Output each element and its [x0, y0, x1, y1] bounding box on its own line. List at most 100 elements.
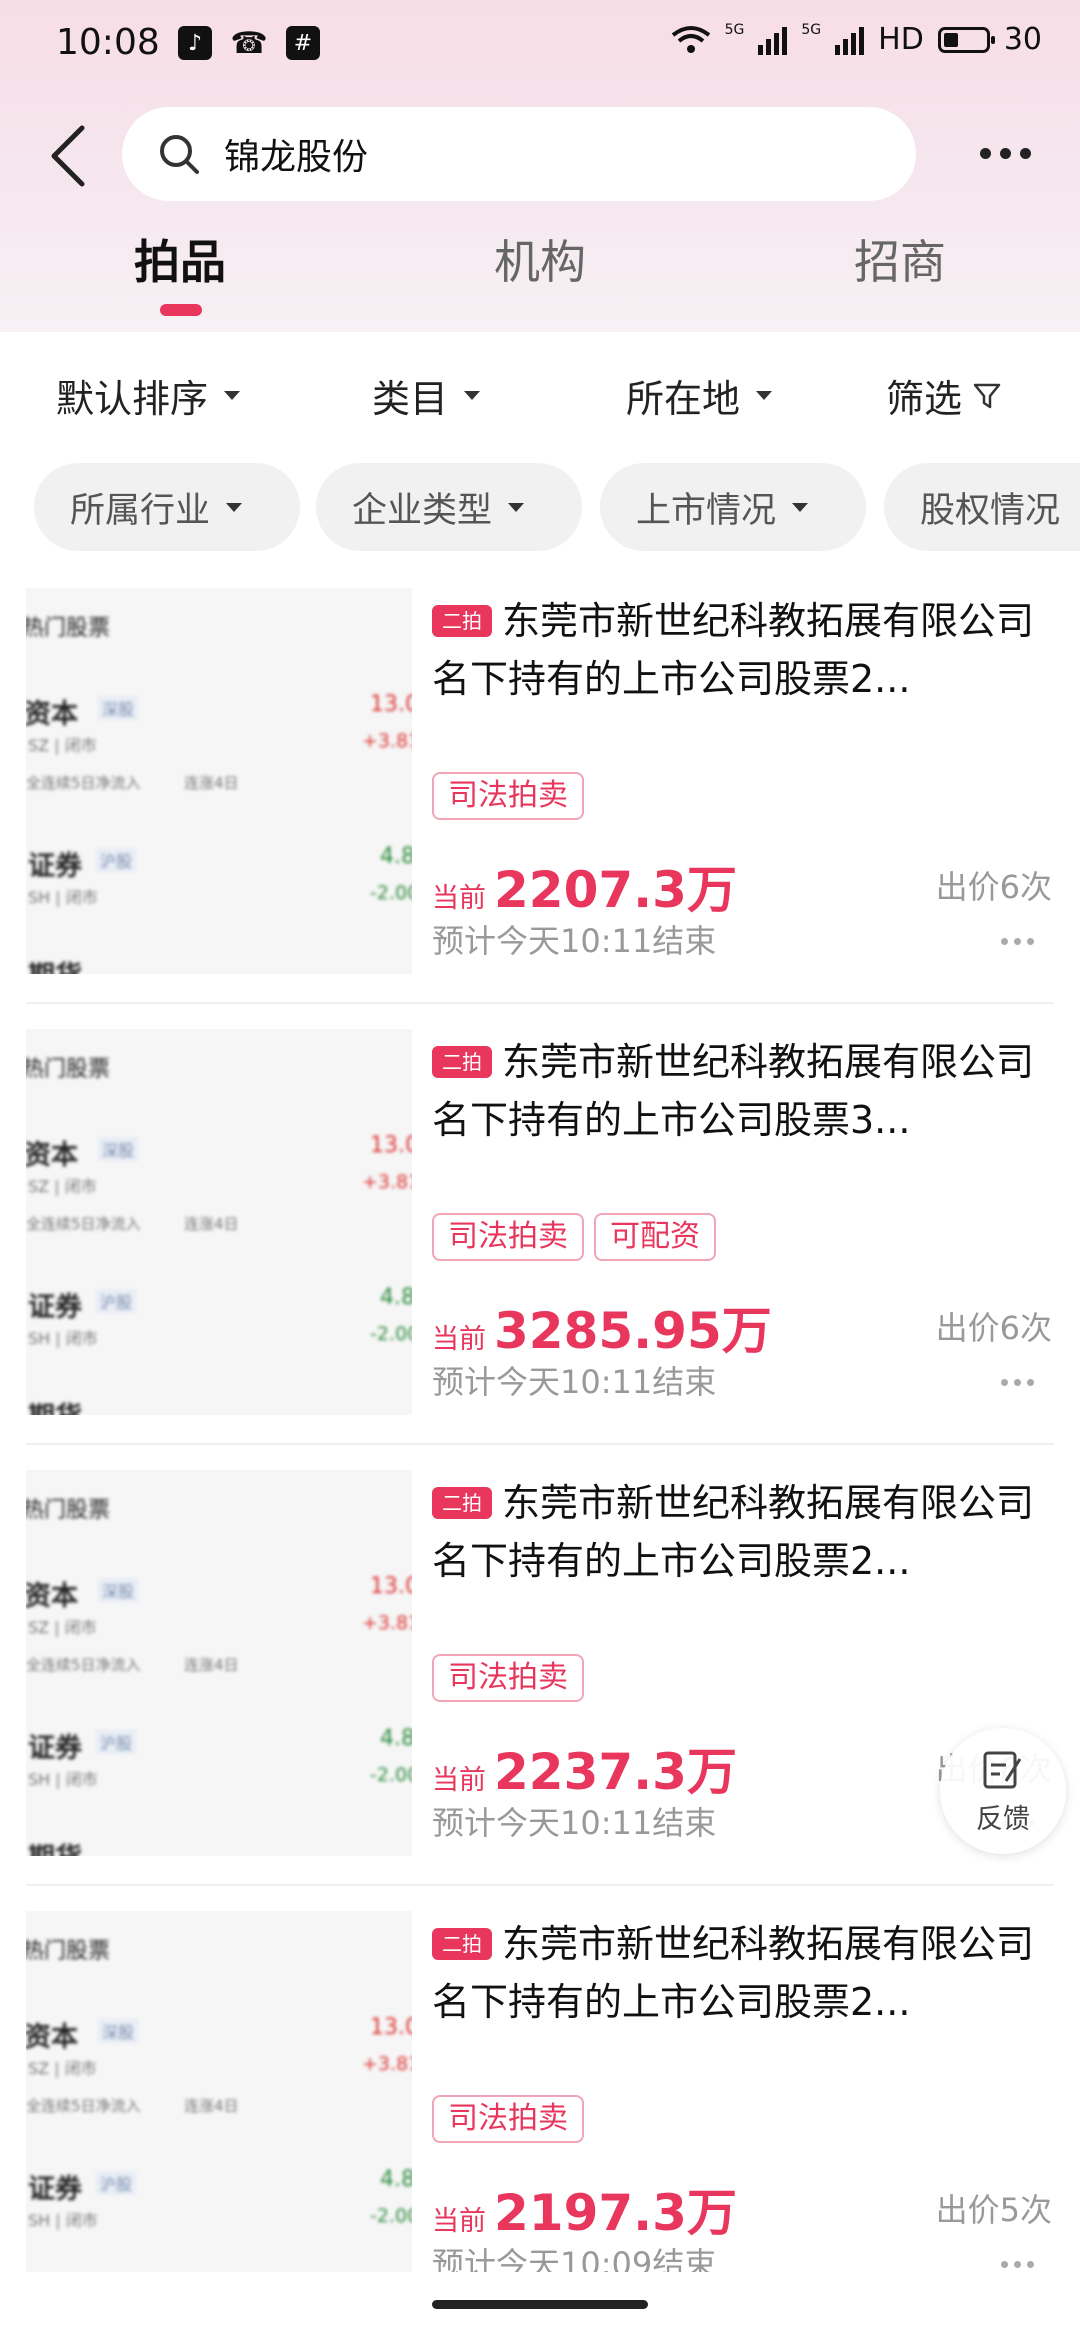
item-more-icon[interactable]	[1001, 2261, 1034, 2268]
thumb-row2-tag: 沪股	[96, 2171, 137, 2195]
item-info: 二拍 东莞市新世纪科教拓展有限公司名下持有的上市公司股票2... 司法拍卖 当前 …	[432, 1911, 1052, 2297]
item-price: 当前 2237.3万	[432, 1732, 737, 1804]
thumb-row2-name: 证券	[28, 851, 82, 882]
filter-bar: 默认排序 类目 所在地 筛选	[0, 362, 1080, 438]
chip-company-type[interactable]: 企业类型	[316, 463, 582, 551]
chip-equity-status[interactable]: 股权情况	[884, 463, 1080, 551]
network-5g-a: 5G	[724, 21, 745, 38]
item-title-block[interactable]: 二拍 东莞市新世纪科教拓展有限公司名下持有的上市公司股票2...	[432, 592, 1050, 708]
thumb-row2-value: 4.8	[380, 1726, 412, 1751]
chip-industry[interactable]: 所属行业	[34, 463, 300, 551]
signal-icon-b	[835, 25, 865, 55]
filter-screen-label: 筛选	[886, 377, 963, 421]
thumb-row3-name: 期货	[28, 954, 82, 974]
caret-down-icon	[792, 502, 809, 512]
chip-company-type-label: 企业类型	[352, 490, 493, 531]
item-more-icon[interactable]	[1001, 938, 1034, 945]
thumbnail-stock-list: 热门股票 资本 深股 SZ | 闭市 13.0 +3.81 全连续5日净流入 连…	[26, 1911, 412, 2297]
thumb-row2-change: -2.00	[370, 2205, 412, 2227]
thumb-row1-note2: 连涨4日	[184, 1656, 239, 1674]
filter-category[interactable]: 类目	[372, 368, 481, 423]
thumb-row1-note2: 连涨4日	[184, 1215, 239, 1233]
thumb-row2-change: -2.00	[370, 1764, 412, 1786]
item-tags: 司法拍卖	[432, 772, 584, 820]
thumb-row1-code: SZ | 闭市	[28, 736, 97, 755]
item-title: 东莞市新世纪科教拓展有限公司名下持有的上市公司股票2...	[432, 599, 1035, 701]
search-box[interactable]: 锦龙股份	[122, 107, 916, 201]
signal-icon-a	[758, 25, 788, 55]
back-arrow-icon[interactable]	[44, 122, 94, 190]
filter-location[interactable]: 所在地	[626, 368, 773, 423]
item-end-time: 预计今天10:11结束	[432, 1363, 717, 1401]
item-title-block[interactable]: 二拍 东莞市新世纪科教拓展有限公司名下持有的上市公司股票2...	[432, 1474, 1050, 1590]
thumb-row3-name: 期货	[28, 1395, 82, 1415]
item-price-label: 当前	[432, 2206, 486, 2237]
item-price-value: 3285.95万	[494, 1302, 772, 1360]
feedback-button[interactable]: 反馈	[940, 1728, 1066, 1854]
item-price-label: 当前	[432, 1765, 486, 1796]
item-title: 东莞市新世纪科教拓展有限公司名下持有的上市公司股票2...	[432, 1922, 1035, 2024]
home-indicator[interactable]	[432, 2300, 648, 2309]
thumbnail-stock-list: 热门股票 资本 深股 SZ | 闭市 13.0 +3.81 全连续5日净流入 连…	[26, 1029, 412, 1415]
thumb-row2-code: SH | 闭市	[28, 888, 98, 907]
thumb-row1-code: SZ | 闭市	[28, 1177, 97, 1196]
item-thumbnail[interactable]: 热门股票 资本 深股 SZ | 闭市 13.0 +3.81 全连续5日净流入 连…	[26, 1911, 412, 2297]
item-price-value: 2207.3万	[494, 861, 737, 919]
item-title-block[interactable]: 二拍 东莞市新世纪科教拓展有限公司名下持有的上市公司股票3...	[432, 1033, 1050, 1149]
thumb-row3-name: 期货	[28, 1836, 82, 1856]
item-end-time: 预计今天10:11结束	[432, 922, 717, 960]
active-tab-indicator	[160, 304, 202, 316]
thumb-row2-value: 4.8	[380, 844, 412, 869]
item-round-badge: 二拍	[432, 1487, 492, 1519]
thumb-title: 热门股票	[26, 1057, 111, 1082]
caret-down-icon	[756, 391, 773, 400]
auction-item[interactable]: 热门股票 资本 深股 SZ | 闭市 13.0 +3.81 全连续5日净流入 连…	[0, 1029, 1080, 1470]
thumb-row1-name: 资本	[26, 699, 78, 730]
item-info: 二拍 东莞市新世纪科教拓展有限公司名下持有的上市公司股票3... 司法拍卖 可配资 …	[432, 1029, 1052, 1415]
status-bar: 10:08 ♪ ☎ # 5G 5G HD 30	[0, 0, 1080, 92]
tab-investment[interactable]: 招商	[854, 226, 946, 292]
tab-lots[interactable]: 拍品	[134, 226, 226, 292]
item-thumbnail[interactable]: 热门股票 资本 深股 SZ | 闭市 13.0 +3.81 全连续5日净流入 连…	[26, 1029, 412, 1415]
item-more-icon[interactable]	[1001, 1379, 1034, 1386]
item-price-value: 2197.3万	[494, 2184, 737, 2242]
filter-screen[interactable]: 筛选	[886, 368, 1002, 423]
chip-listing-status[interactable]: 上市情况	[600, 463, 866, 551]
thumb-row1-value: 13.0	[370, 1133, 412, 1158]
item-round-badge: 二拍	[432, 1928, 492, 1960]
thumb-row1-value: 13.0	[370, 1574, 412, 1599]
auction-item[interactable]: 热门股票 资本 深股 SZ | 闭市 13.0 +3.81 全连续5日净流入 连…	[0, 588, 1080, 1029]
thumb-row1-change: +3.81	[362, 730, 412, 752]
tab-bar: 拍品 机构 招商	[0, 226, 1080, 296]
caret-down-icon	[508, 502, 525, 512]
item-thumbnail[interactable]: 热门股票 资本 深股 SZ | 闭市 13.0 +3.81 全连续5日净流入 连…	[26, 1470, 412, 1856]
search-query: 锦龙股份	[224, 137, 369, 178]
thumb-row2-code: SH | 闭市	[28, 1770, 98, 1789]
item-tag: 可配资	[594, 1213, 716, 1261]
item-tag: 司法拍卖	[432, 1654, 584, 1702]
thumb-row1-note: 全连续5日净流入	[26, 1215, 141, 1233]
hash-app-icon: #	[286, 26, 320, 60]
tab-institutions[interactable]: 机构	[494, 226, 586, 292]
network-5g-b: 5G	[801, 21, 822, 38]
filter-category-label: 类目	[372, 377, 449, 421]
thumb-row1-name: 资本	[26, 1140, 78, 1171]
thumb-row1-tag: 深股	[98, 1578, 139, 1602]
thumb-row2-change: -2.00	[370, 882, 412, 904]
item-tag: 司法拍卖	[432, 2095, 584, 2143]
more-options-icon[interactable]	[980, 138, 1040, 168]
thumb-title: 热门股票	[26, 616, 111, 641]
thumb-row2-change: -2.00	[370, 1323, 412, 1345]
item-thumbnail[interactable]: 热门股票 资本 深股 SZ | 闭市 13.0 +3.81 全连续5日净流入 连…	[26, 588, 412, 974]
item-price-label: 当前	[432, 883, 486, 914]
thumb-row2-name: 证券	[28, 1292, 82, 1323]
auction-item[interactable]: 热门股票 资本 深股 SZ | 闭市 13.0 +3.81 全连续5日净流入 连…	[0, 1470, 1080, 1911]
item-bid-count: 出价6次	[935, 1309, 1052, 1347]
search-icon	[160, 135, 199, 174]
tiktok-icon: ♪	[178, 26, 212, 60]
item-tags: 司法拍卖 可配资	[432, 1213, 716, 1261]
edit-note-icon	[983, 1751, 1022, 1788]
item-title-block[interactable]: 二拍 东莞市新世纪科教拓展有限公司名下持有的上市公司股票2...	[432, 1915, 1050, 2031]
filter-sort[interactable]: 默认排序	[56, 368, 241, 423]
item-divider	[26, 1443, 1054, 1445]
